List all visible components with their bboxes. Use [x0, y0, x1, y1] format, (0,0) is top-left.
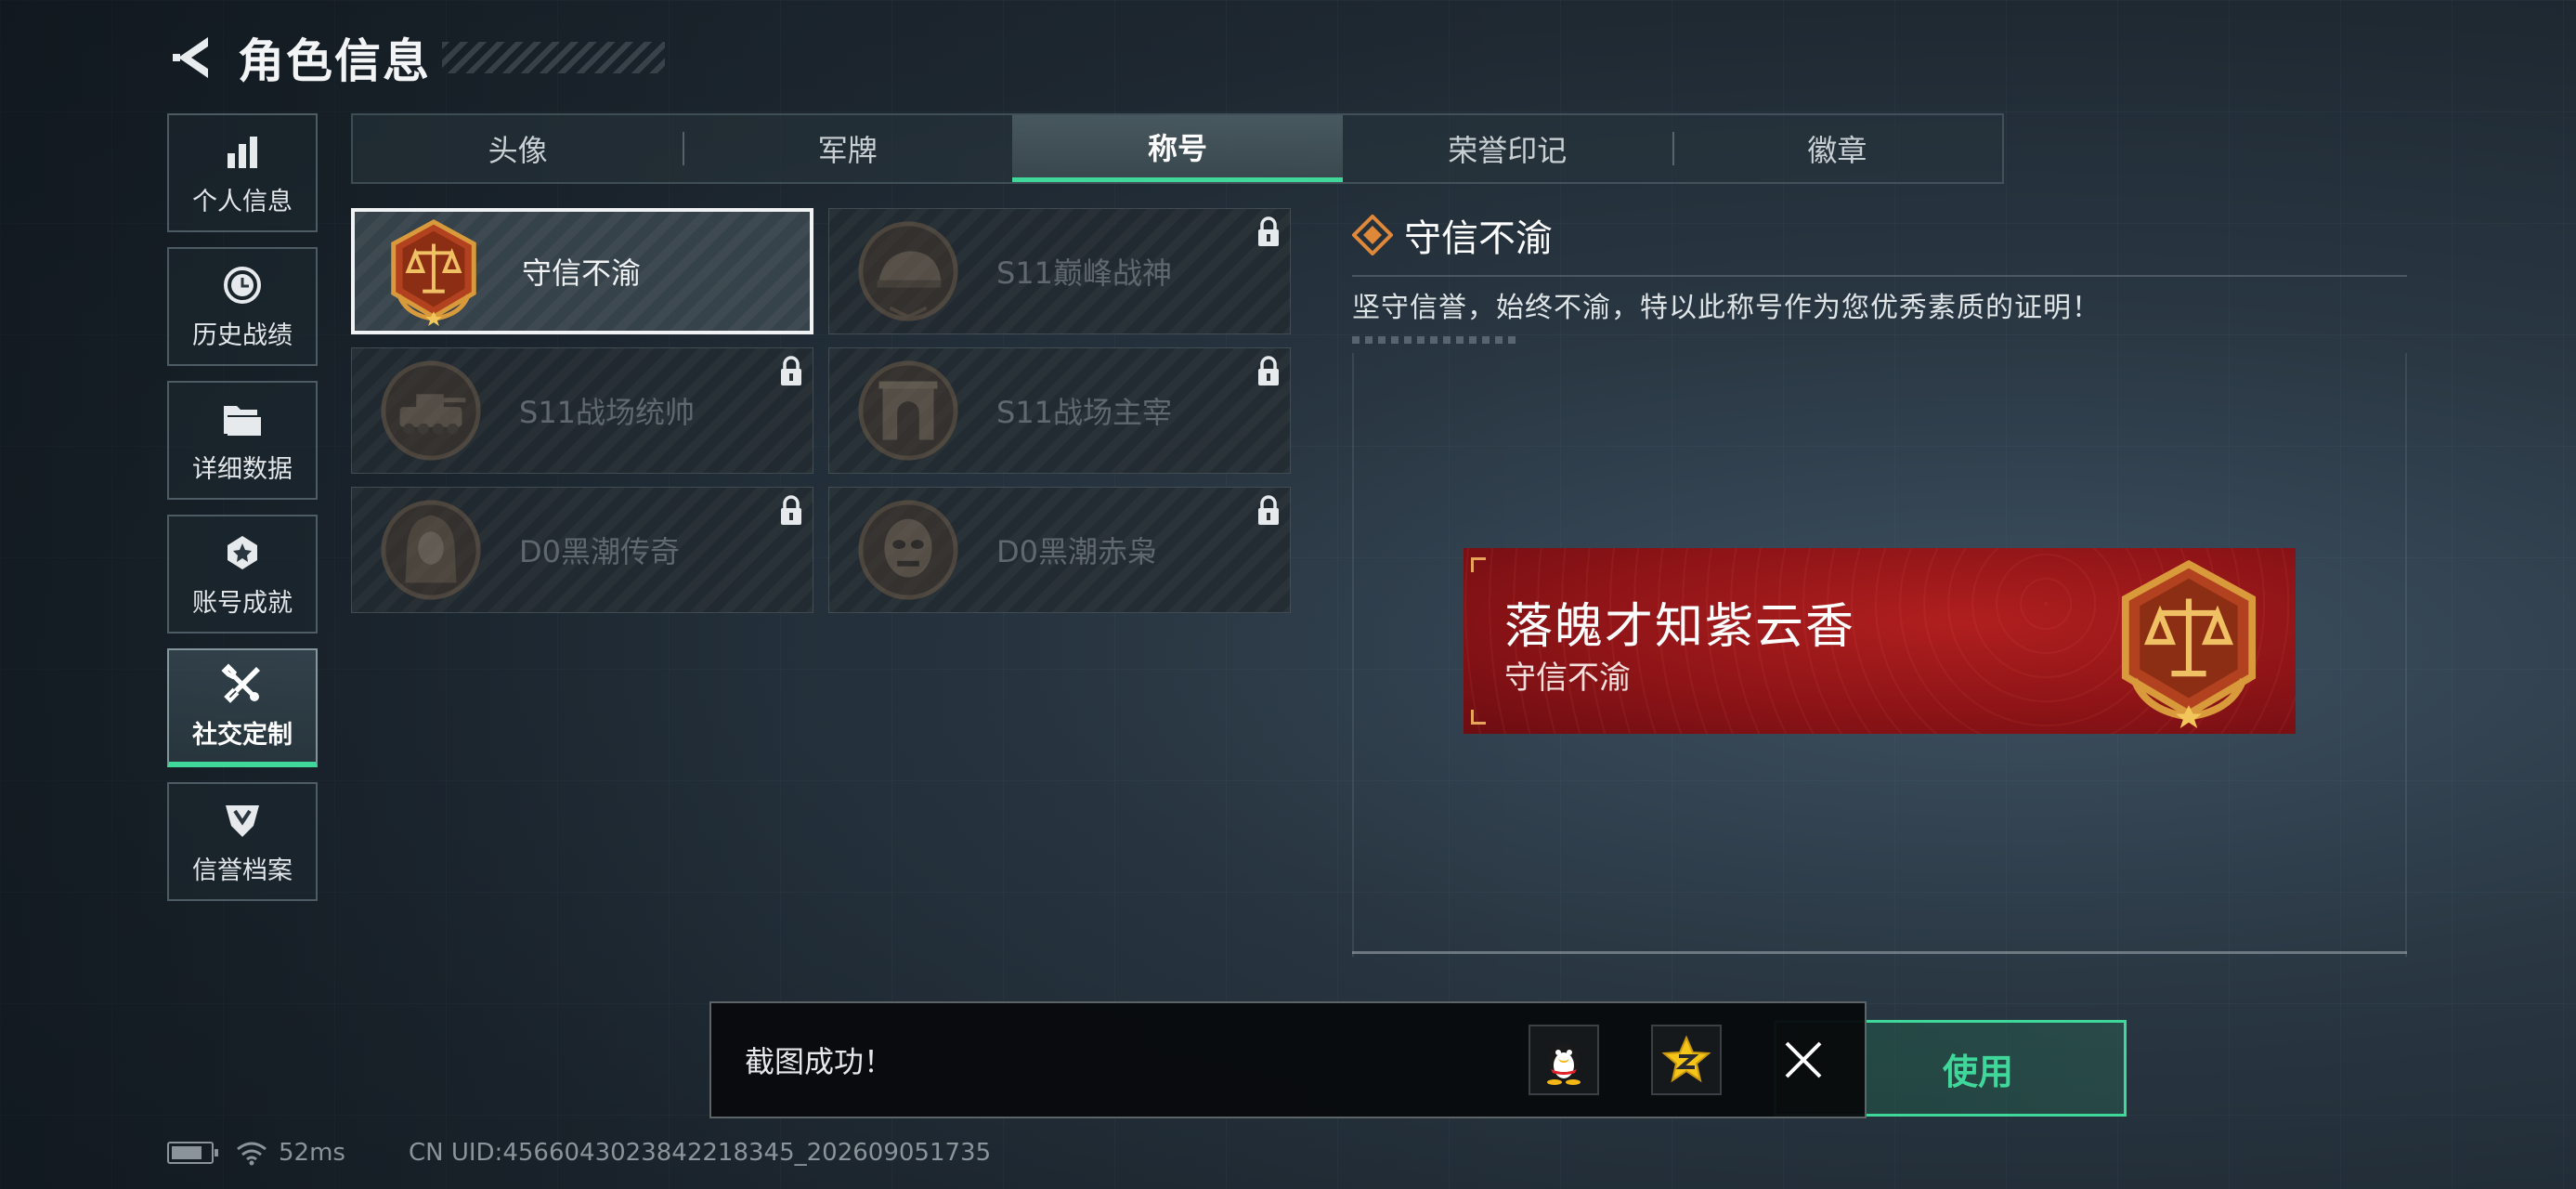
- masked-face-medal-icon: [858, 500, 958, 600]
- sidebar-item-label: 账号成就: [192, 588, 293, 618]
- tank-medal-icon: [381, 360, 481, 461]
- use-button-label: 使用: [1942, 1051, 2013, 1092]
- header-decoration: [442, 42, 665, 73]
- lock-icon: [1258, 216, 1279, 246]
- qq-penguin-icon: [1547, 1043, 1581, 1085]
- title-card-d0-black-tide-legend[interactable]: D0黑潮传奇: [351, 487, 813, 613]
- tab-avatar[interactable]: 头像: [353, 115, 683, 182]
- divider: [1352, 275, 2407, 277]
- arch-medal-icon: [858, 360, 958, 461]
- title-card-s11-battlefield-commander[interactable]: S11战场统帅: [351, 347, 813, 474]
- lock-icon: [1258, 495, 1279, 525]
- battery-icon: [167, 1142, 218, 1164]
- sidebar-item-history[interactable]: 历史战绩: [167, 247, 318, 366]
- tab-dog-tag[interactable]: 军牌: [683, 115, 1012, 182]
- helmet-medal-icon: [858, 221, 958, 321]
- sidebar-item-label: 信誉档案: [192, 856, 293, 885]
- ping-latency: 52ms: [279, 1139, 345, 1167]
- sidebar-item-credit-record[interactable]: 信誉档案: [167, 782, 318, 901]
- close-icon: [1785, 1041, 1822, 1078]
- sidebar-item-detailed-data[interactable]: 详细数据: [167, 381, 318, 500]
- share-qq-button[interactable]: [1529, 1025, 1599, 1095]
- side-navigation: 个人信息 历史战绩 详细数据 账号成就 社交定制 信誉档案: [167, 113, 318, 916]
- hooded-figure-medal-icon: [381, 500, 481, 600]
- sidebar-item-achievements[interactable]: 账号成就: [167, 515, 318, 634]
- detail-header: 守信不渝: [1352, 208, 2407, 262]
- back-button[interactable]: [167, 30, 217, 85]
- achievement-icon: [220, 530, 265, 575]
- sidebar-item-personal-info[interactable]: 个人信息: [167, 113, 318, 232]
- preview-divider: [1352, 951, 2407, 954]
- status-bar: 52ms CN UID:4566043023842218345_20260905…: [167, 1139, 991, 1167]
- title-name: S11战场统帅: [519, 395, 696, 430]
- title-name: D0黑潮传奇: [519, 534, 681, 569]
- banner-corner: [1471, 710, 1486, 725]
- user-uid: CN UID:4566043023842218345_202609051735: [408, 1139, 992, 1167]
- sidebar-item-label: 个人信息: [192, 187, 293, 216]
- title-detail-panel: 守信不渝 坚守信誉，始终不渝，特以此称号作为您优秀素质的证明！: [1352, 208, 2407, 344]
- toast-message: 截图成功！: [745, 1044, 894, 1079]
- title-name: S11巅峰战神: [996, 255, 1173, 291]
- title-name: S11战场主宰: [996, 395, 1173, 430]
- folder-icon: [220, 397, 265, 441]
- title-name: 守信不渝: [522, 255, 642, 291]
- page-title: 角色信息: [238, 34, 431, 88]
- detail-title-name: 守信不渝: [1404, 217, 1553, 260]
- screenshot-toast: 截图成功！: [709, 1001, 1867, 1118]
- banner-corner: [1471, 557, 1486, 572]
- banner-player-name: 落魄才知紫云香: [1504, 599, 1856, 655]
- title-name: D0黑潮赤枭: [996, 534, 1158, 569]
- tools-icon: [220, 662, 265, 707]
- scales-medal-icon: [391, 219, 476, 326]
- detail-decoration: [1352, 336, 1519, 344]
- toast-close-button[interactable]: [1774, 1030, 1833, 1090]
- bar-chart-icon: [220, 129, 265, 174]
- page-header: 角色信息: [167, 24, 665, 91]
- lock-icon: [781, 495, 801, 525]
- detail-description: 坚守信誉，始终不渝，特以此称号作为您优秀素质的证明！: [1352, 292, 2101, 324]
- title-card-s11-peak-warlord[interactable]: S11巅峰战神: [828, 208, 1291, 334]
- sidebar-item-social-custom[interactable]: 社交定制: [167, 648, 318, 767]
- sidebar-item-label: 详细数据: [192, 454, 293, 484]
- banner-title-name: 守信不渝: [1504, 660, 1631, 697]
- tab-title[interactable]: 称号: [1012, 115, 1343, 182]
- sidebar-item-label: 历史战绩: [192, 320, 293, 350]
- sidebar-item-label: 社交定制: [192, 720, 293, 750]
- qzone-star-icon: [1661, 1035, 1711, 1083]
- title-card-d0-black-tide-red-owl[interactable]: D0黑潮赤枭: [828, 487, 1291, 613]
- lock-icon: [1258, 356, 1279, 385]
- share-qzone-button[interactable]: [1651, 1025, 1722, 1095]
- lock-icon: [781, 356, 801, 385]
- diamond-icon: [1352, 215, 1393, 255]
- wifi-icon: [237, 1142, 267, 1166]
- tab-honor-mark[interactable]: 荣誉印记: [1343, 115, 1672, 182]
- shield-badge-icon: [220, 798, 265, 843]
- tab-badge[interactable]: 徽章: [1672, 115, 2002, 182]
- title-card-trustworthy[interactable]: 守信不渝: [351, 208, 813, 334]
- title-card-s11-battlefield-dominator[interactable]: S11战场主宰: [828, 347, 1291, 474]
- title-banner-preview: 落魄才知紫云香 守信不渝: [1464, 548, 2296, 734]
- back-arrow-icon: [173, 37, 208, 78]
- clock-icon: [220, 263, 265, 307]
- scales-medal-icon: [2121, 559, 2257, 728]
- tab-bar: 头像 军牌 称号 荣誉印记 徽章: [351, 113, 2004, 184]
